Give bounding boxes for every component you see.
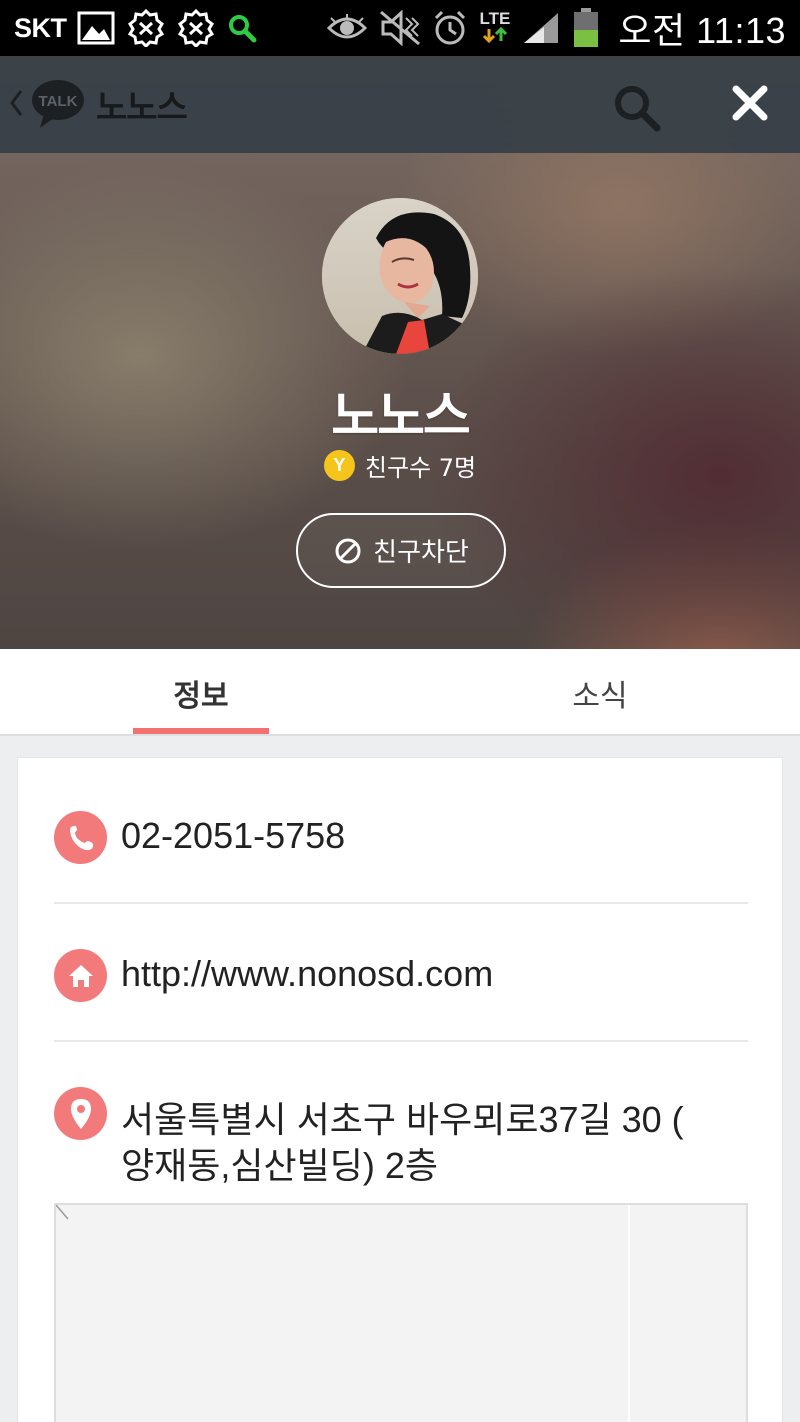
profile-avatar[interactable]: [322, 198, 478, 354]
friend-count-label: 친구수 7명: [364, 454, 477, 482]
gallery-icon: [77, 11, 115, 45]
battery-icon: [572, 8, 600, 48]
address-line-1: 서울특별시 서초구 바우뫼로37길 30 (: [121, 1099, 684, 1140]
notification-icon: [177, 9, 215, 47]
carrier-label: SKT: [14, 12, 67, 43]
website-row[interactable]: http://www.nonosd.com: [54, 949, 748, 1005]
lte-label: LTE: [479, 8, 511, 28]
location-pin-icon: [54, 1087, 107, 1140]
divider: [54, 1040, 748, 1042]
app-bar-title: 노노스: [96, 88, 188, 128]
status-bar: SKT LTE 오전 11:13: [0, 0, 800, 56]
back-chevron-icon[interactable]: [8, 88, 24, 122]
notification-icon: [127, 9, 165, 47]
profile-header: TALK 노노스 노노스 Y 친구수 7명 친구차단: [0, 56, 800, 649]
block-friend-label: 친구차단: [373, 538, 469, 568]
address-line-2: 양재동,심산빌딩) 2층: [121, 1145, 438, 1186]
search-icon[interactable]: [613, 84, 661, 136]
yellow-id-badge-icon: Y: [323, 450, 355, 481]
notification-icons: [77, 9, 257, 47]
mute-icon: [379, 10, 421, 46]
friend-count: Y 친구수 7명: [0, 448, 800, 483]
map-corner-icon: [56, 1205, 69, 1220]
app-bar: TALK 노노스: [0, 56, 800, 153]
block-icon: [335, 538, 361, 563]
address-row[interactable]: 서울특별시 서초구 바우뫼로37길 30 ( 양재동,심산빌딩) 2층: [54, 1087, 748, 1187]
kakaotalk-logo-icon[interactable]: TALK: [30, 78, 86, 134]
talk-logo-text: TALK: [39, 93, 78, 110]
active-tab-indicator: [133, 728, 269, 734]
tab-bar: 정보 소식: [0, 649, 800, 736]
signal-icon: [522, 11, 560, 45]
block-friend-button[interactable]: 친구차단: [296, 513, 506, 588]
phone-row[interactable]: 02-2051-5758: [54, 811, 748, 867]
search-icon: [227, 13, 257, 43]
website-link[interactable]: http://www.nonosd.com: [121, 953, 493, 995]
phone-icon: [54, 811, 107, 864]
alarm-icon: [433, 10, 467, 46]
profile-name: 노노스: [331, 387, 471, 447]
clock: 오전 11:13: [618, 10, 786, 51]
system-icons: LTE 오전 11:13: [327, 2, 786, 54]
phone-number[interactable]: 02-2051-5758: [121, 815, 345, 857]
divider: [54, 902, 748, 904]
map-view[interactable]: [54, 1203, 748, 1422]
close-icon[interactable]: [730, 83, 770, 127]
lte-icon: LTE: [479, 8, 511, 46]
tab-info[interactable]: 정보: [133, 649, 269, 736]
eye-icon: [327, 14, 368, 42]
home-icon: [54, 949, 107, 1002]
tab-news[interactable]: 소식: [532, 649, 668, 736]
map-road: [628, 1205, 630, 1422]
info-card: 02-2051-5758 http://www.nonosd.com 서울특별시…: [17, 757, 783, 1422]
